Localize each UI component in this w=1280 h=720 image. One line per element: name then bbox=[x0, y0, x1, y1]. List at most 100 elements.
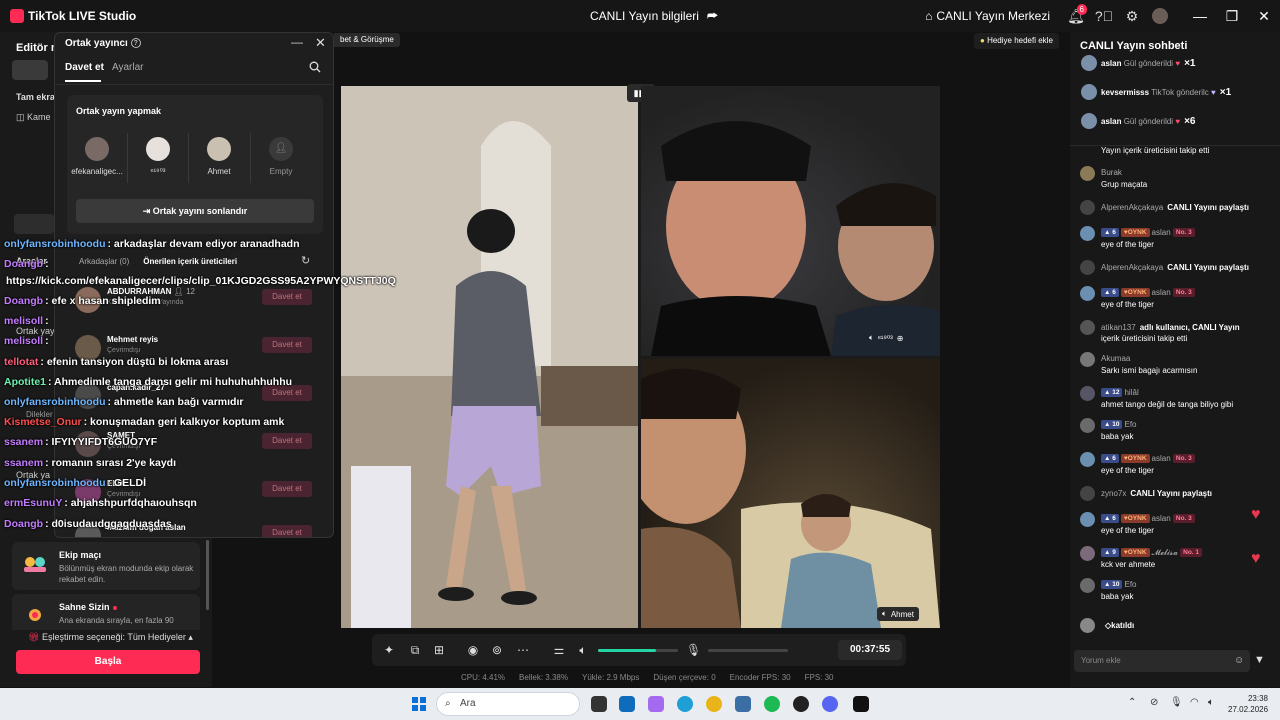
start-button[interactable]: Başla bbox=[16, 650, 200, 674]
chat-meeting-tag[interactable]: bet & Görüşme bbox=[334, 33, 400, 47]
notification-button[interactable]: 🔔︎ 6 bbox=[1062, 0, 1090, 32]
outlook-icon[interactable] bbox=[619, 696, 635, 712]
add-scene-icon[interactable]: ⊞ bbox=[432, 643, 446, 657]
profile-button[interactable] bbox=[1146, 0, 1174, 32]
stat-fps: FPS: 30 bbox=[804, 673, 834, 682]
overlay-user: onlyfansrobinhoodu bbox=[4, 238, 106, 250]
host-slot[interactable]: efekanaligec... bbox=[67, 137, 127, 176]
suggestion-status: Çevrimdışı bbox=[107, 347, 141, 354]
spotify-icon[interactable] bbox=[764, 696, 780, 712]
settings-app-icon[interactable] bbox=[735, 696, 751, 712]
wifi-icon[interactable]: ◠ bbox=[1190, 697, 1199, 708]
overlay-chat-line: melisoll: bbox=[4, 335, 49, 347]
avatar bbox=[1080, 166, 1095, 181]
invite-button[interactable]: Davet et bbox=[262, 525, 312, 537]
mic-slider[interactable] bbox=[708, 649, 788, 652]
tab-friends[interactable]: Arkadaşlar (0) bbox=[79, 257, 129, 266]
chat-user: ▲ 6 ♥OYNK aslan No. 3 bbox=[1101, 228, 1197, 237]
card-title: Ekip maçı bbox=[59, 550, 102, 560]
chat-event: AlperenAkçakaya CANLI Yayını paylaştı bbox=[1101, 263, 1249, 272]
camera-switch-icon[interactable]: ⊚ bbox=[490, 643, 504, 657]
magic-wand-icon[interactable]: ✦ bbox=[382, 643, 396, 657]
popup-minimize-button[interactable]: — bbox=[291, 35, 303, 49]
gift-goal-label: Hediye hedefi ekle bbox=[987, 36, 1053, 45]
overlay-chat-line: Kismetse_Onur: konuşmadan geri kalkıyor … bbox=[4, 416, 284, 428]
chevron-up-icon[interactable]: ⌃ bbox=[1128, 697, 1136, 708]
tiktok-live-icon[interactable] bbox=[853, 696, 869, 712]
minimize-button[interactable]: — bbox=[1184, 0, 1216, 32]
volume-slider[interactable] bbox=[598, 649, 678, 652]
invite-button[interactable]: Davet et bbox=[262, 433, 312, 449]
overlay-text: : d0isudaudggagduasdas bbox=[45, 518, 172, 530]
comment-input[interactable]: Yorum ekle ☺ bbox=[1074, 650, 1250, 672]
maximize-button[interactable]: ❐ bbox=[1216, 0, 1248, 32]
chat-event: atikan137 adlı kullanıcı, CANLI Yayın bbox=[1101, 323, 1240, 332]
tab-suggested[interactable]: Önerilen içerik üreticileri bbox=[143, 257, 237, 266]
camera-source[interactable]: ◫ Kame bbox=[16, 112, 51, 123]
live-dot-icon bbox=[112, 605, 117, 610]
overlay-chat-line: onlyfansrobinhoodu: GELDİ bbox=[4, 477, 146, 489]
sliders-icon[interactable]: ⚌ bbox=[552, 643, 566, 657]
scrollbar[interactable] bbox=[206, 540, 209, 610]
help-icon: ?⃝ bbox=[1094, 8, 1114, 24]
refresh-icon[interactable]: ↻ bbox=[301, 254, 310, 267]
add-icon[interactable]: ⊕ bbox=[897, 334, 904, 343]
add-source-button[interactable] bbox=[14, 214, 54, 234]
gift-message: aslan Gül gönderildi ♥ ×6 bbox=[1078, 110, 1274, 132]
microphone-icon[interactable]: 🎙︎ bbox=[1170, 697, 1183, 708]
send-icon[interactable]: ▼ bbox=[1254, 654, 1265, 666]
emoji-icon[interactable]: ☺ bbox=[1234, 655, 1244, 666]
stat-upload: Yükle: 2.9 Mbps bbox=[581, 673, 640, 682]
edge-icon[interactable] bbox=[677, 696, 693, 712]
stage-card[interactable]: Sahne Sizin Ana ekranda sırayla, en fazl… bbox=[12, 594, 200, 630]
search-icon[interactable] bbox=[309, 61, 321, 73]
team-match-card[interactable]: Ekip maçı Bölünmüş ekran modunda ekip ol… bbox=[12, 542, 200, 590]
copilot-icon[interactable] bbox=[648, 696, 664, 712]
level-badge: ▲ 10 bbox=[1101, 580, 1123, 589]
avatar bbox=[1080, 226, 1095, 241]
help-button[interactable]: ?⃝ bbox=[1090, 0, 1118, 32]
app-icon[interactable] bbox=[793, 696, 809, 712]
live-info-button[interactable]: CANLI Yayın bilgileri ⮫ bbox=[590, 9, 718, 24]
speaker-icon[interactable]: 🔈︎ bbox=[576, 643, 590, 657]
settings-button[interactable]: ⚙ bbox=[1118, 0, 1146, 32]
more-icon[interactable]: ⋯ bbox=[516, 643, 530, 657]
live-timer: 00:37:55 bbox=[838, 640, 902, 660]
gift-goal-button[interactable]: ● Hediye hedefi ekle bbox=[974, 33, 1059, 49]
task-view-icon[interactable] bbox=[591, 696, 607, 712]
portrait-mode-tab[interactable] bbox=[12, 60, 48, 80]
microphone-icon[interactable]: 🎙︎ bbox=[686, 643, 701, 657]
host-slot[interactable]: Ahmet bbox=[189, 137, 249, 176]
overlay-user: ermEsunuY bbox=[4, 497, 63, 509]
overlay-user: Apotite1 bbox=[4, 376, 46, 388]
end-cohost-button[interactable]: ⇥ Ortak yayını sonlandır bbox=[76, 199, 314, 223]
invite-button[interactable]: Davet et bbox=[262, 337, 312, 353]
fan-badge: ♥OYNK bbox=[1120, 548, 1150, 557]
volume-icon[interactable]: 🔈︎ bbox=[1208, 697, 1214, 708]
tab-settings[interactable]: Ayarlar bbox=[112, 62, 144, 73]
empty-slot[interactable]: 👤︎ Empty bbox=[251, 137, 311, 176]
clock[interactable]: 23:38 27.02.2026 bbox=[1228, 693, 1268, 715]
popup-close-button[interactable]: ✕ bbox=[315, 35, 326, 51]
taskbar-search[interactable]: ⌕ Ara bbox=[436, 692, 580, 716]
host-slot[interactable]: ᵉ¹⁹⁰³ bbox=[128, 137, 188, 176]
message-text: baba yak bbox=[1101, 592, 1134, 601]
info-icon[interactable]: ? bbox=[130, 38, 141, 48]
live-center-button[interactable]: ⌂ CANLI Yayın Merkezi bbox=[925, 9, 1050, 23]
message-text: eye of the tiger bbox=[1101, 526, 1154, 535]
discord-icon[interactable] bbox=[822, 696, 838, 712]
chrome-icon[interactable] bbox=[706, 696, 722, 712]
invite-button[interactable]: Davet et bbox=[262, 481, 312, 497]
network-icon[interactable]: ⊘ bbox=[1150, 697, 1158, 708]
close-button[interactable]: ✕ bbox=[1248, 0, 1280, 32]
search-placeholder: Ara bbox=[460, 698, 476, 709]
layout-icon[interactable]: ⧉ bbox=[408, 643, 422, 657]
heart-icon: ♥ bbox=[1251, 550, 1261, 567]
record-icon[interactable]: ◉ bbox=[466, 643, 480, 657]
windows-start-icon[interactable] bbox=[412, 697, 426, 711]
invite-button[interactable]: Davet et bbox=[262, 289, 312, 305]
card-desc: Ana ekranda sırayla, en fazla 90 bbox=[59, 616, 174, 625]
matching-option-select[interactable]: 🎁︎ Eşleştirme seçeneği: Tüm Hediyeler ▴ bbox=[28, 632, 193, 643]
avatar bbox=[1080, 418, 1095, 433]
tab-invite[interactable]: Davet et bbox=[65, 62, 104, 73]
